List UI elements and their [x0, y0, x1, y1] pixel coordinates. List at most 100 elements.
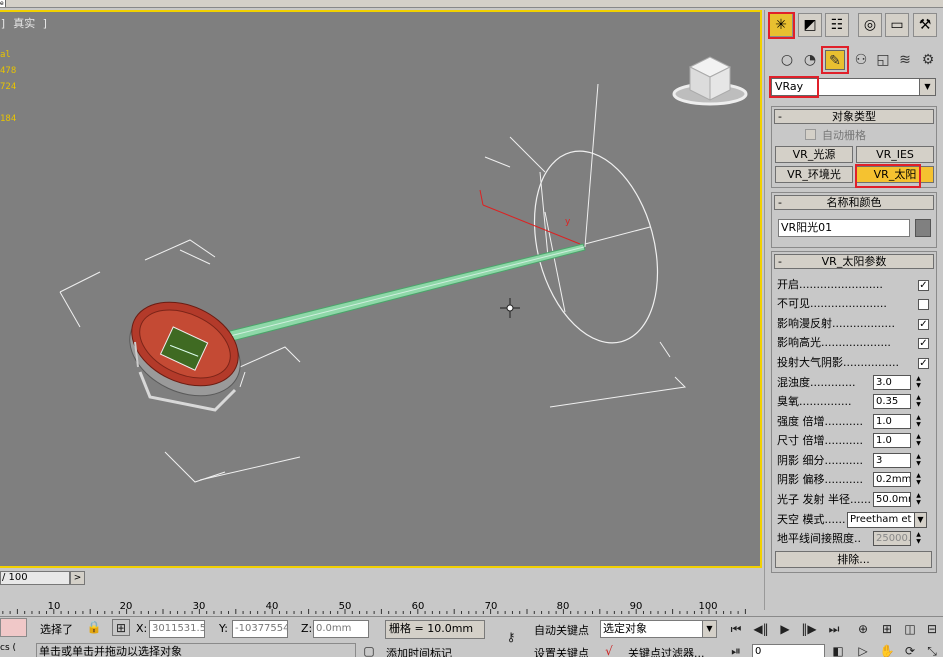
spacewarps-icon[interactable]: ≋ [895, 50, 915, 70]
zoom-extents-icon[interactable]: ◫ [901, 621, 919, 638]
photon-radius-spinner[interactable]: 50.0mr [873, 492, 911, 507]
spinner-arrows-icon[interactable]: ▲ ▼ [913, 531, 924, 546]
param-label: 投射大气阴影................ [777, 356, 899, 369]
spinner-arrows-icon[interactable]: ▲ ▼ [913, 414, 924, 429]
vr-ambient-light-button[interactable]: VR_环境光 [775, 166, 853, 183]
set-key-button[interactable]: 设置关键点 [534, 645, 589, 657]
vr-ies-button[interactable]: VR_IES [856, 146, 934, 163]
atmospheric-shadows-checkbox[interactable]: ✓ [918, 358, 929, 369]
viewcube[interactable] [672, 56, 748, 106]
key-mode-icon[interactable]: ⏯ [727, 643, 745, 657]
param-label: 混浊度............. [777, 376, 856, 389]
sky-model-dropdown[interactable]: Preetham et ▼ [847, 512, 927, 528]
rollout-header[interactable]: - 对象类型 [774, 109, 934, 124]
goto-end-icon[interactable]: ⏭ [825, 621, 843, 638]
zoom-all-icon[interactable]: ⊞ [878, 621, 896, 638]
zoom-extents-all-icon[interactable]: ⊟ [923, 621, 941, 638]
lock-icon[interactable]: 🔒 [85, 619, 103, 636]
shapes-icon[interactable]: ◔ [800, 50, 820, 70]
autogrid-checkbox[interactable] [805, 129, 816, 140]
x-coordinate-field[interactable]: 3011531.5 [149, 620, 205, 638]
goto-start-icon[interactable]: ⏮ [727, 621, 745, 638]
modify-tab-icon[interactable]: ◩ [798, 13, 822, 37]
maximize-viewport-icon[interactable]: ⤡ [923, 643, 941, 657]
utilities-tab-icon[interactable]: ⚒ [913, 13, 937, 37]
affect-specular-checkbox[interactable]: ✓ [918, 338, 929, 349]
lights-icon[interactable]: ✎ [825, 50, 845, 70]
z-coordinate-field[interactable]: 0.0mm [313, 620, 369, 638]
next-frame-icon[interactable]: ‖▶ [800, 621, 818, 638]
orbit-icon[interactable]: ⟳ [901, 643, 919, 657]
maxscript-tab[interactable]: cs ( [0, 643, 16, 653]
add-time-tag-button[interactable]: 添加时间标记 [386, 645, 452, 657]
rollout-header[interactable]: - 名称和颜色 [774, 195, 934, 210]
next-frame-button[interactable]: > [70, 571, 85, 585]
key-filters-button[interactable]: 关键点过滤器... [628, 645, 705, 657]
enabled-checkbox[interactable]: ✓ [918, 280, 929, 291]
size-multiplier-spinner[interactable]: 1.0 [873, 433, 911, 448]
track-bar[interactable]: 10 20 30 40 50 60 70 80 90 100 [0, 597, 762, 614]
grid-size-display: 栅格 = 10.0mm [385, 620, 485, 639]
prev-frame-icon[interactable]: ◀‖ [752, 621, 770, 638]
vr-light-button[interactable]: VR_光源 [775, 146, 853, 163]
affect-diffuse-checkbox[interactable]: ✓ [918, 319, 929, 330]
rollout-header[interactable]: - VR_太阳参数 [774, 254, 934, 269]
time-tag-icon[interactable]: ▢ [360, 643, 378, 657]
create-tab-icon[interactable]: ✳ [769, 13, 793, 37]
vr-sun-button[interactable]: VR_太阳 [856, 166, 934, 183]
status-bar: cs ( 选择了 🔒 ⊞ X: 3011531.5 Y: -10377554 Z… [0, 616, 943, 657]
spinner-arrows-icon[interactable]: ▲ ▼ [913, 472, 924, 487]
affect-specular-row: 影响高光.................... ✓ [777, 334, 932, 352]
auto-key-button[interactable]: 自动关键点 [534, 622, 589, 638]
sun-disc-axis [544, 211, 566, 313]
cameras-icon[interactable]: ⚇ [851, 50, 871, 70]
sun-beam[interactable] [225, 243, 586, 343]
play-options-icon[interactable]: ▷ [854, 643, 872, 657]
zoom-icon[interactable]: ⊕ [854, 621, 872, 638]
perspective-viewport[interactable]: y] 真实] al 478 724 184 [0, 10, 762, 568]
helpers-icon[interactable]: ◱ [873, 50, 893, 70]
stadium-model[interactable] [116, 286, 255, 413]
spinner-arrows-icon[interactable]: ▲ ▼ [913, 375, 924, 390]
viewport-label[interactable]: ] 真实 ] [0, 15, 49, 31]
spinner-arrows-icon[interactable]: ▲ ▼ [913, 394, 924, 409]
turbidity-spinner[interactable]: 3.0 [873, 375, 911, 390]
spinner-arrows-icon[interactable]: ▲ ▼ [913, 453, 924, 468]
key-tangent-icon[interactable]: √ [600, 643, 618, 657]
horizon-illum-spinner[interactable]: 25000. [873, 531, 911, 546]
systems-icon[interactable]: ⚙ [918, 50, 938, 70]
display-tab-icon[interactable]: ▭ [885, 13, 909, 37]
selection-set-dropdown[interactable]: 选定对象 ▼ [600, 620, 717, 638]
chevron-down-icon[interactable]: ▼ [919, 79, 935, 95]
chevron-down-icon[interactable]: ▼ [914, 513, 926, 527]
shadow-subdivs-spinner[interactable]: 3 [873, 453, 911, 468]
key-icon[interactable]: ⚷ [497, 629, 525, 646]
y-coordinate-field[interactable]: -10377554 [232, 620, 288, 638]
current-frame-field[interactable]: 0 [752, 644, 825, 657]
motion-tab-icon[interactable]: ◎ [858, 13, 882, 37]
absolute-mode-icon[interactable]: ⊞ [112, 619, 130, 636]
hierarchy-tab-icon[interactable]: ☷ [825, 13, 849, 37]
time-slider-thumb[interactable]: / 100 [0, 571, 70, 585]
sun-disc-gizmo[interactable] [515, 137, 678, 356]
time-config-icon[interactable]: ◧ [829, 643, 847, 657]
window-tab[interactable]: e [0, 0, 6, 7]
exclude-button[interactable]: 排除... [775, 551, 932, 568]
invisible-checkbox[interactable] [918, 299, 929, 310]
color-swatch[interactable] [915, 219, 931, 237]
spinner-arrows-icon[interactable]: ▲ ▼ [913, 433, 924, 448]
category-dropdown[interactable]: VRay ▼ [771, 78, 936, 96]
intensity-multiplier-spinner[interactable]: 1.0 [873, 414, 911, 429]
param-label: 不可见...................... [777, 297, 887, 310]
shadow-bias-spinner[interactable]: 0.2mm [873, 472, 911, 487]
pan-icon[interactable]: ✋ [878, 643, 896, 657]
spinner-arrows-icon[interactable]: ▲ ▼ [913, 492, 924, 507]
ozone-spinner[interactable]: 0.35 [873, 394, 911, 409]
time-slider[interactable]: / 100 > [0, 570, 762, 586]
object-name-input[interactable]: VR阳光01 [778, 219, 910, 237]
maxscript-listener[interactable] [0, 618, 27, 637]
chevron-down-icon[interactable]: ▼ [702, 621, 716, 637]
play-icon[interactable]: ▶ [776, 621, 794, 638]
geometry-icon[interactable]: ○ [777, 50, 797, 70]
param-label: 尺寸 倍增........... [777, 434, 863, 447]
